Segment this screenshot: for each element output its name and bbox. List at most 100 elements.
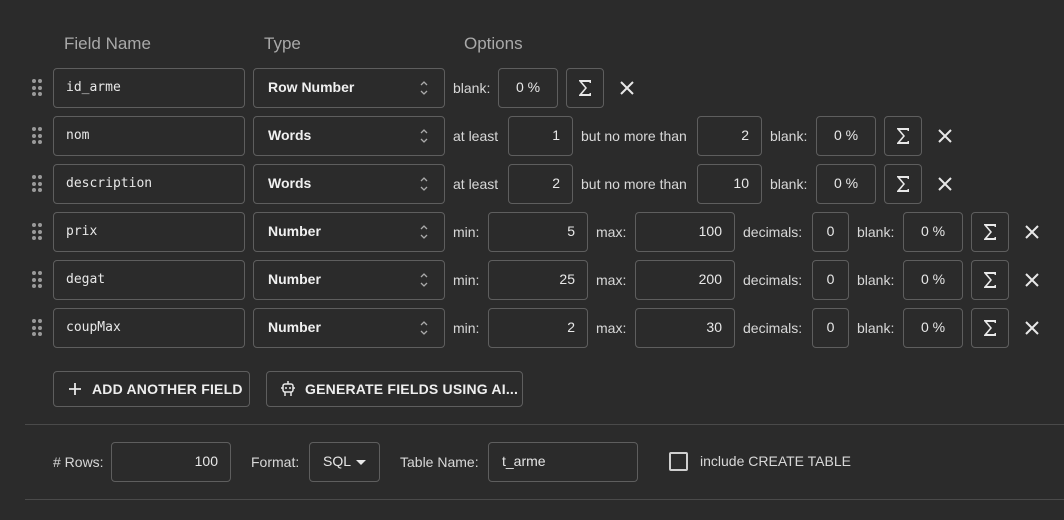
- blank-label: blank:: [770, 128, 808, 144]
- field-type-select[interactable]: Number: [253, 308, 445, 348]
- header-options: Options: [464, 34, 523, 53]
- sigma-button[interactable]: [971, 308, 1009, 348]
- up-down-chevron-icon: [420, 273, 428, 287]
- up-down-chevron-icon: [420, 81, 428, 95]
- field-type-label: Row Number: [268, 79, 355, 95]
- table-name-label: Table Name:: [400, 454, 479, 470]
- field-name-input[interactable]: description: [53, 164, 245, 204]
- sigma-button[interactable]: [884, 164, 922, 204]
- decimals-label: decimals:: [743, 320, 803, 336]
- rows-label: # Rows:: [53, 454, 104, 470]
- field-name-input[interactable]: coupMax: [53, 308, 245, 348]
- drag-handle-icon[interactable]: [32, 319, 42, 337]
- field-name-input[interactable]: degat: [53, 260, 245, 300]
- at-least-label: at least: [453, 128, 499, 144]
- drag-handle-icon[interactable]: [32, 127, 42, 145]
- remove-field-button[interactable]: [935, 126, 955, 146]
- max-label: max:: [596, 272, 627, 288]
- sigma-icon: [984, 272, 996, 288]
- include-create-table-checkbox[interactable]: [669, 452, 688, 471]
- at-least-input[interactable]: 2: [508, 164, 573, 204]
- blank-percent-input[interactable]: 0 %: [816, 164, 876, 204]
- generate-fields-ai-label: GENERATE FIELDS USING AI...: [305, 381, 519, 397]
- drag-handle-icon[interactable]: [32, 79, 42, 97]
- no-more-than-input[interactable]: 2: [697, 116, 762, 156]
- decimals-input[interactable]: 0: [812, 260, 849, 300]
- field-type-select[interactable]: Number: [253, 260, 445, 300]
- min-label: min:: [453, 272, 480, 288]
- blank-label: blank:: [453, 80, 491, 96]
- drag-handle-icon[interactable]: [32, 175, 42, 193]
- blank-percent-input[interactable]: 0 %: [498, 68, 558, 108]
- field-name-input[interactable]: prix: [53, 212, 245, 252]
- sigma-button[interactable]: [971, 260, 1009, 300]
- max-label: max:: [596, 320, 627, 336]
- decimals-input[interactable]: 0: [812, 308, 849, 348]
- min-input[interactable]: 2: [488, 308, 588, 348]
- at-least-label: at least: [453, 176, 499, 192]
- rows-input[interactable]: 100: [111, 442, 231, 482]
- min-input[interactable]: 25: [488, 260, 588, 300]
- field-type-label: Number: [268, 319, 321, 335]
- decimals-label: decimals:: [743, 224, 803, 240]
- field-name-input[interactable]: nom: [53, 116, 245, 156]
- remove-field-button[interactable]: [1022, 270, 1042, 290]
- drag-handle-icon[interactable]: [32, 271, 42, 289]
- field-type-select[interactable]: Row Number: [253, 68, 445, 108]
- close-icon: [620, 81, 634, 95]
- min-label: min:: [453, 224, 480, 240]
- generate-fields-ai-button[interactable]: GENERATE FIELDS USING AI...: [266, 371, 523, 407]
- sigma-icon: [897, 128, 909, 144]
- header-field-name: Field Name: [64, 34, 151, 53]
- up-down-chevron-icon: [420, 129, 428, 143]
- add-another-field-button[interactable]: ADD ANOTHER FIELD: [53, 371, 250, 407]
- sigma-button[interactable]: [971, 212, 1009, 252]
- format-select[interactable]: SQL: [309, 442, 380, 482]
- sigma-button[interactable]: [884, 116, 922, 156]
- up-down-chevron-icon: [420, 177, 428, 191]
- remove-field-button[interactable]: [1022, 222, 1042, 242]
- max-input[interactable]: 30: [635, 308, 735, 348]
- blank-label: blank:: [857, 224, 895, 240]
- field-type-label: Words: [268, 127, 312, 143]
- close-icon: [1025, 225, 1039, 239]
- blank-percent-input[interactable]: 0 %: [903, 308, 963, 348]
- sigma-button[interactable]: [566, 68, 604, 108]
- blank-percent-input[interactable]: 0 %: [903, 260, 963, 300]
- remove-field-button[interactable]: [617, 78, 637, 98]
- min-label: min:: [453, 320, 480, 336]
- sigma-icon: [984, 320, 996, 336]
- drag-handle-icon[interactable]: [32, 223, 42, 241]
- robot-icon: [279, 380, 297, 398]
- field-type-select[interactable]: Words: [253, 164, 445, 204]
- no-more-than-input[interactable]: 10: [697, 164, 762, 204]
- sigma-icon: [579, 80, 591, 96]
- blank-label: blank:: [857, 272, 895, 288]
- blank-percent-input[interactable]: 0 %: [903, 212, 963, 252]
- field-type-select[interactable]: Words: [253, 116, 445, 156]
- format-value: SQL: [323, 453, 352, 469]
- table-name-input[interactable]: t_arme: [488, 442, 638, 482]
- close-icon: [1025, 273, 1039, 287]
- max-input[interactable]: 100: [635, 212, 735, 252]
- field-type-label: Number: [268, 223, 321, 239]
- format-label: Format:: [251, 454, 300, 470]
- max-label: max:: [596, 224, 627, 240]
- remove-field-button[interactable]: [935, 174, 955, 194]
- field-type-label: Number: [268, 271, 321, 287]
- at-least-input[interactable]: 1: [508, 116, 573, 156]
- min-input[interactable]: 5: [488, 212, 588, 252]
- close-icon: [938, 177, 952, 191]
- field-name-input[interactable]: id_arme: [53, 68, 245, 108]
- caret-down-icon: [356, 460, 366, 465]
- no-more-than-label: but no more than: [581, 176, 687, 192]
- field-type-select[interactable]: Number: [253, 212, 445, 252]
- decimals-input[interactable]: 0: [812, 212, 849, 252]
- max-input[interactable]: 200: [635, 260, 735, 300]
- remove-field-button[interactable]: [1022, 318, 1042, 338]
- blank-label: blank:: [770, 176, 808, 192]
- blank-percent-input[interactable]: 0 %: [816, 116, 876, 156]
- close-icon: [938, 129, 952, 143]
- plus-icon: [66, 380, 84, 398]
- add-another-field-label: ADD ANOTHER FIELD: [92, 381, 243, 397]
